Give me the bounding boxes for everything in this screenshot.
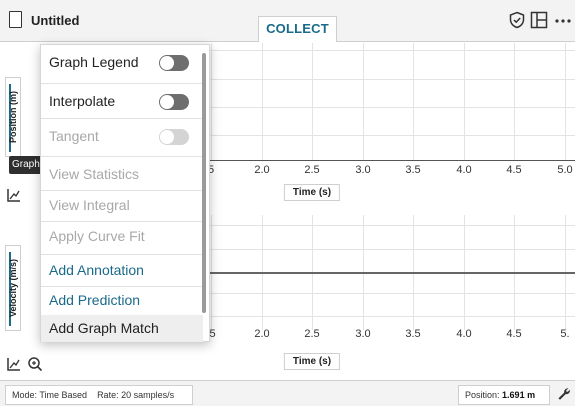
menu-item-add-annotation[interactable]: Add Annotation — [41, 255, 203, 286]
graph-tools-icon[interactable] — [6, 187, 22, 203]
graph-options-menu: Graph Legend Interpolate Tangent View St… — [40, 44, 210, 342]
position-x-axis-label[interactable]: Time (s) — [283, 184, 341, 201]
menu-item-apply-curve-fit: Apply Curve Fit — [49, 228, 145, 244]
wrench-icon[interactable] — [556, 386, 572, 402]
layout-icon[interactable] — [530, 11, 548, 29]
graph-tools-icon[interactable] — [6, 356, 22, 372]
velocity-y-axis-label[interactable]: Velocity (m/s) — [5, 245, 21, 331]
x-tick: 4.5 — [506, 328, 522, 340]
x-tick: 4.5 — [506, 164, 522, 176]
x-tick: 5.0 — [557, 164, 573, 176]
status-bar: Mode: Time Based Rate: 20 samples/s Posi… — [0, 380, 575, 406]
menu-item-view-integral: View Integral — [49, 197, 130, 213]
menu-scrollbar[interactable] — [202, 53, 206, 313]
x-tick: 2.5 — [304, 328, 320, 340]
x-tick: 3.0 — [355, 164, 371, 176]
x-tick: 2.5 — [304, 164, 320, 176]
tangent-toggle — [159, 129, 189, 145]
position-y-axis-label[interactable]: Position (m) — [5, 77, 21, 157]
velocity-zero-line — [200, 272, 575, 274]
x-tick: 3.0 — [355, 328, 371, 340]
tab-collect[interactable]: COLLECT — [258, 16, 337, 42]
top-bar: Untitled COLLECT — [0, 0, 575, 42]
menu-item-view-statistics: View Statistics — [49, 166, 139, 182]
collection-mode-info[interactable]: Mode: Time Based Rate: 20 samples/s — [5, 385, 193, 405]
graph-legend-toggle[interactable] — [159, 55, 189, 71]
position-plot[interactable] — [200, 43, 575, 161]
menu-item-interpolate[interactable]: Interpolate — [41, 86, 203, 117]
velocity-x-axis-label[interactable]: Time (s) — [283, 353, 341, 370]
x-tick: 3.5 — [405, 328, 421, 340]
x-tick: 5. — [560, 328, 570, 340]
menu-item-graph-legend[interactable]: Graph Legend — [41, 47, 203, 78]
file-icon[interactable] — [9, 11, 22, 28]
x-tick: 4.0 — [456, 328, 472, 340]
position-readout[interactable]: Position: 1.691 m — [458, 385, 550, 405]
x-tick: 4.0 — [456, 164, 472, 176]
menu-item-tangent: Tangent — [41, 121, 203, 152]
shield-check-icon[interactable] — [508, 11, 526, 29]
x-tick: 2.0 — [254, 328, 270, 340]
interpolate-toggle[interactable] — [159, 94, 189, 110]
x-tick: 2.0 — [254, 164, 270, 176]
zoom-icon[interactable] — [27, 356, 43, 372]
menu-item-add-graph-match[interactable]: Add Graph Match — [41, 315, 203, 342]
position-x-axis — [200, 160, 575, 161]
more-icon[interactable] — [553, 11, 573, 29]
x-tick: 3.5 — [405, 164, 421, 176]
file-title[interactable]: Untitled — [31, 13, 79, 28]
graph-options-tab[interactable]: Graph — [9, 156, 43, 174]
menu-item-add-prediction[interactable]: Add Prediction — [41, 285, 203, 316]
